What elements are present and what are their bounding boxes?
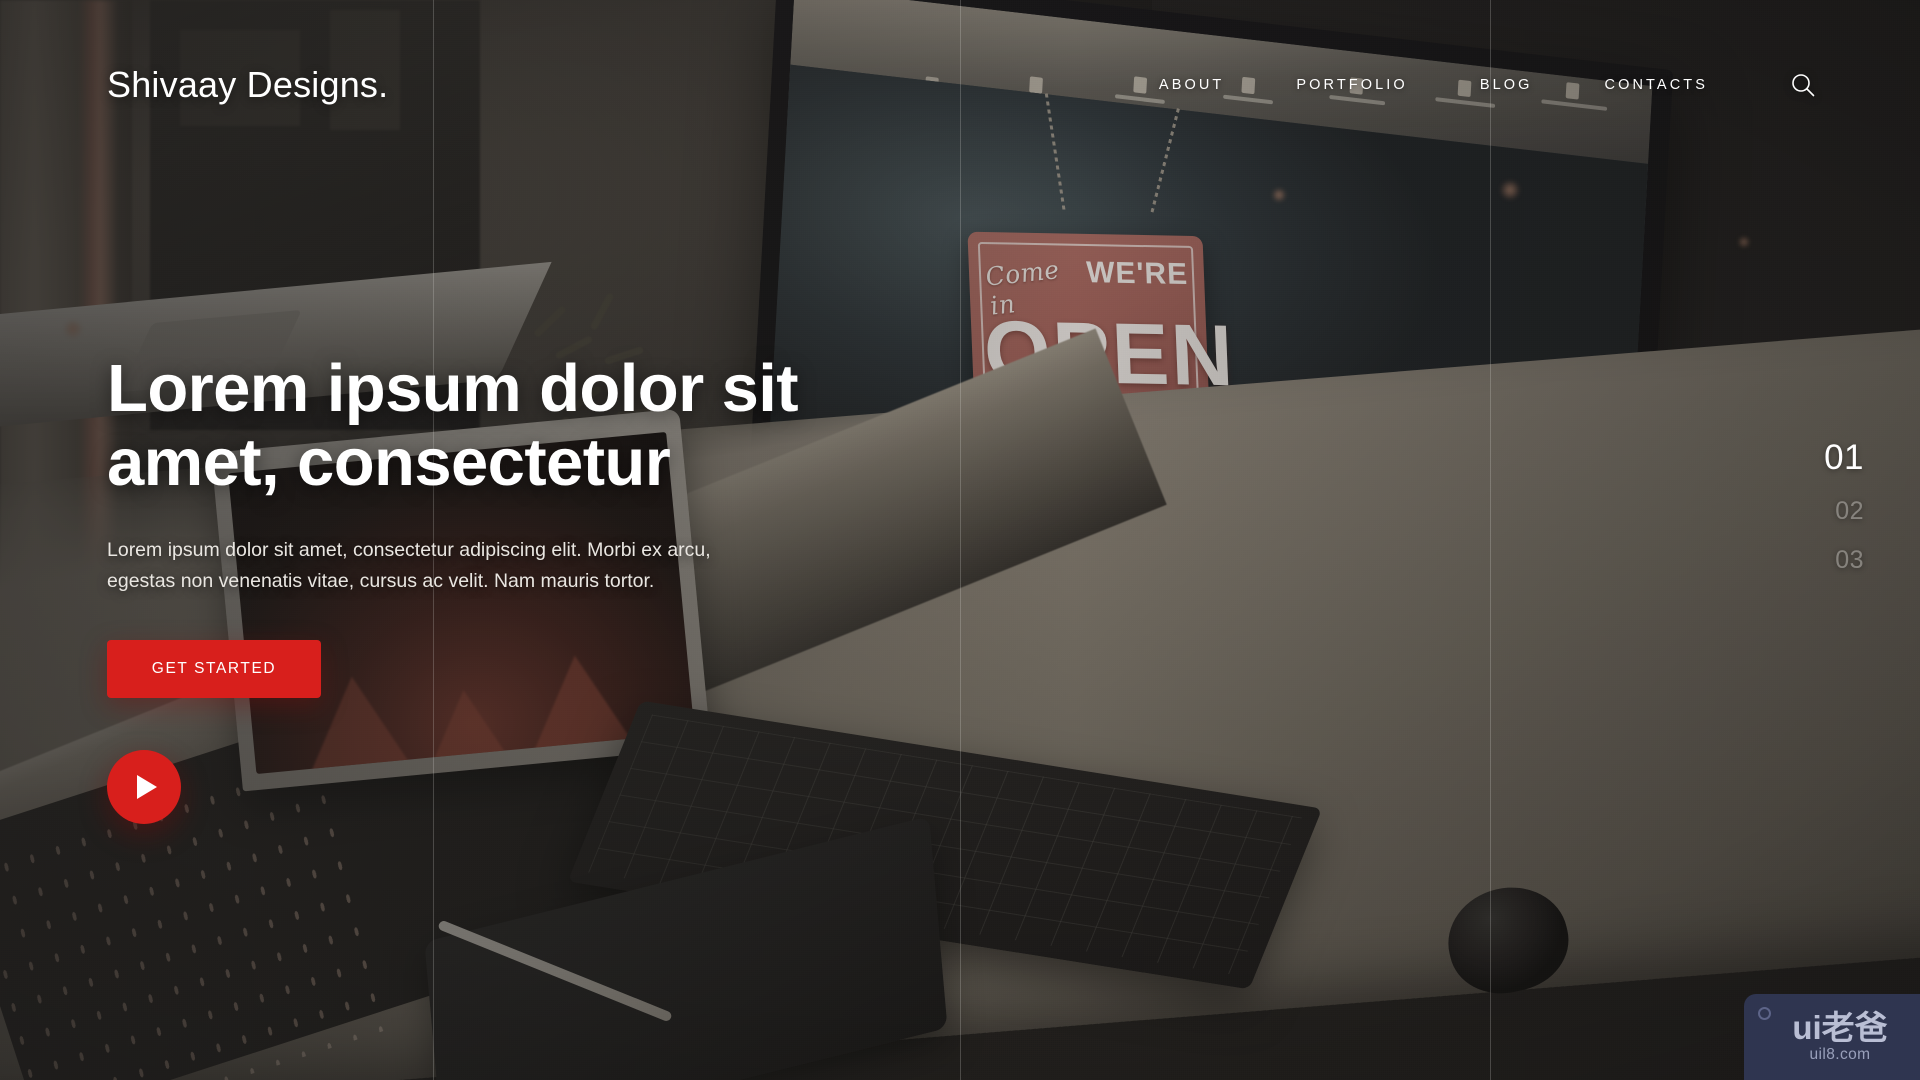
play-icon: [137, 774, 157, 799]
slide-pagination: 01 02 03: [1824, 440, 1864, 573]
hero-title: Lorem ipsum dolor sit amet, consectetur: [107, 351, 927, 501]
site-header: Shivaay Designs. ABOUT PORTFOLIO BLOG CO…: [0, 0, 1920, 170]
slide-indicator-01[interactable]: 01: [1824, 440, 1864, 475]
hero-title-line-2: amet, consectetur: [107, 425, 671, 501]
hero-subtitle: Lorem ipsum dolor sit amet, consectetur …: [107, 538, 711, 593]
watermark-url: uil8.com: [1809, 1045, 1871, 1063]
play-video-button[interactable]: [107, 749, 181, 824]
slide-indicator-02[interactable]: 02: [1824, 499, 1864, 524]
brand-logo[interactable]: Shivaay Designs.: [107, 64, 388, 106]
hero-section: Lorem ipsum dolor sit amet, consectetur …: [107, 351, 927, 824]
get-started-button[interactable]: GET STARTED: [107, 639, 321, 698]
search-icon[interactable]: [1786, 68, 1820, 102]
hero-title-line-1: Lorem ipsum dolor sit: [107, 351, 799, 426]
page-root: Come in WE'RE OPEN DELL: [0, 0, 1920, 1080]
nav-item-blog[interactable]: BLOG: [1444, 67, 1569, 103]
slide-indicator-03[interactable]: 03: [1824, 548, 1864, 573]
watermark-badge: ui老爸 uil8.com: [1744, 994, 1920, 1080]
watermark-dot-icon: [1758, 1007, 1771, 1020]
main-navigation: ABOUT PORTFOLIO BLOG CONTACTS: [1123, 67, 1820, 103]
nav-item-contacts[interactable]: CONTACTS: [1569, 67, 1744, 103]
watermark-title: ui老爸: [1792, 1008, 1888, 1046]
nav-item-portfolio[interactable]: PORTFOLIO: [1260, 67, 1443, 103]
nav-item-about[interactable]: ABOUT: [1123, 67, 1260, 103]
